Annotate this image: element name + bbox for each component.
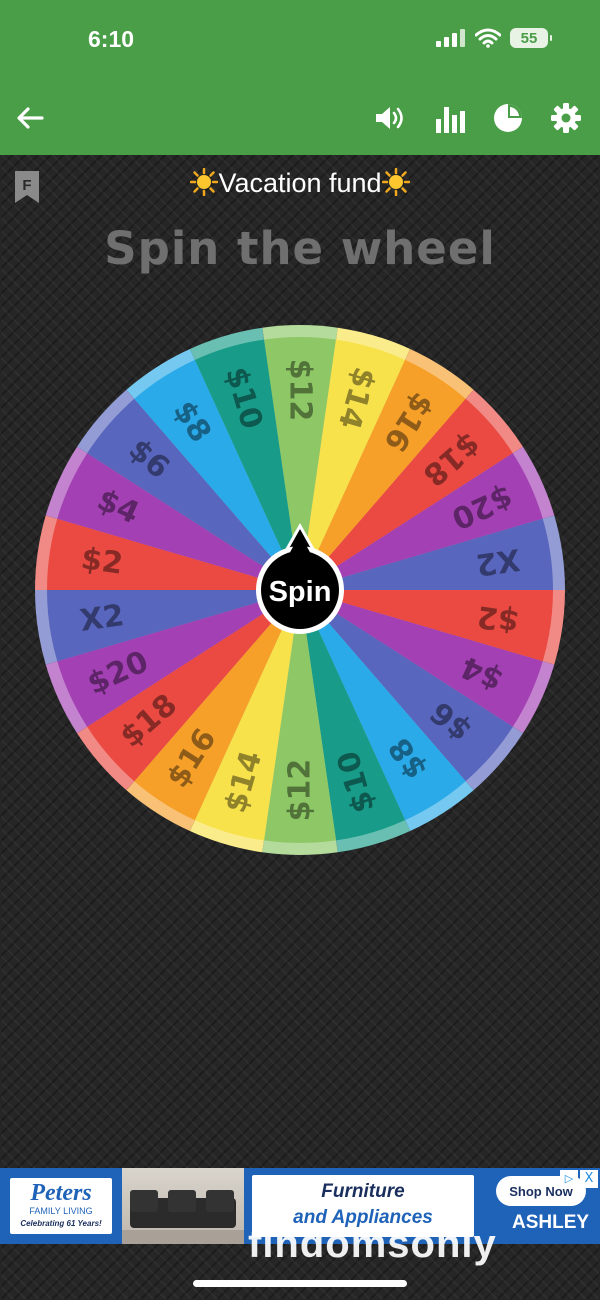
sound-button[interactable] xyxy=(372,100,408,136)
home-indicator[interactable] xyxy=(193,1280,407,1287)
ad-partner-logo: ASHLEY xyxy=(512,1212,590,1233)
ad-info-icon[interactable]: ▷ xyxy=(560,1170,578,1188)
ad-brand-tag: Celebrating 61 Years! xyxy=(20,1219,102,1228)
watermark-text: findomsonly xyxy=(248,1222,497,1266)
status-icons: 55 xyxy=(436,28,552,48)
wheel-title-row: Vacation fund xyxy=(0,167,600,203)
ad-brand: Peters xyxy=(30,1180,92,1206)
sun-icon xyxy=(381,167,410,203)
page-subtitle: Spin the wheel xyxy=(104,222,496,275)
wheel-segment-label: $2 xyxy=(475,598,521,639)
ad-product-image xyxy=(122,1168,244,1244)
wheel-segment-label: $12 xyxy=(283,359,318,422)
prize-wheel[interactable]: $12 $14$16$18$20X2$2$4$6$8$10$12$14$16$18… xyxy=(0,290,600,890)
pie-chart-icon xyxy=(494,104,522,132)
back-button[interactable] xyxy=(12,100,48,136)
signal-icon xyxy=(436,29,465,47)
ad-brand-box: Peters FAMILY LIVING Celebrating 61 Year… xyxy=(10,1178,112,1234)
ad-brand-panel: Peters FAMILY LIVING Celebrating 61 Year… xyxy=(0,1168,122,1244)
wheel-segment-label: $12 xyxy=(283,759,318,822)
stats-button[interactable] xyxy=(432,100,468,136)
wheel-title: Vacation fund xyxy=(218,168,382,198)
battery-indicator: 55 xyxy=(510,28,552,48)
wifi-icon xyxy=(475,28,501,48)
ad-brand-sub: FAMILY LIVING xyxy=(29,1206,93,1216)
wheel-segment-label: X2 xyxy=(474,541,523,582)
arrow-left-icon xyxy=(17,107,44,129)
volume-icon xyxy=(376,107,403,129)
status-time: 6:10 xyxy=(88,26,135,52)
settings-button[interactable] xyxy=(548,100,584,136)
ad-cta-panel: Shop Now ASHLEY ▷ X xyxy=(482,1168,600,1244)
wheel-segment-label: X2 xyxy=(78,598,127,639)
app-toolbar: 6:10 55 xyxy=(0,0,600,155)
ad-headline-1: Furniture xyxy=(321,1181,405,1202)
gear-icon xyxy=(551,103,581,133)
bar-chart-icon xyxy=(436,107,465,133)
sun-icon xyxy=(190,167,219,203)
ad-close-button[interactable]: X xyxy=(580,1170,598,1188)
results-button[interactable] xyxy=(490,100,526,136)
spin-button-label: Spin xyxy=(269,576,332,608)
wheel-segment-label: $2 xyxy=(79,541,125,582)
